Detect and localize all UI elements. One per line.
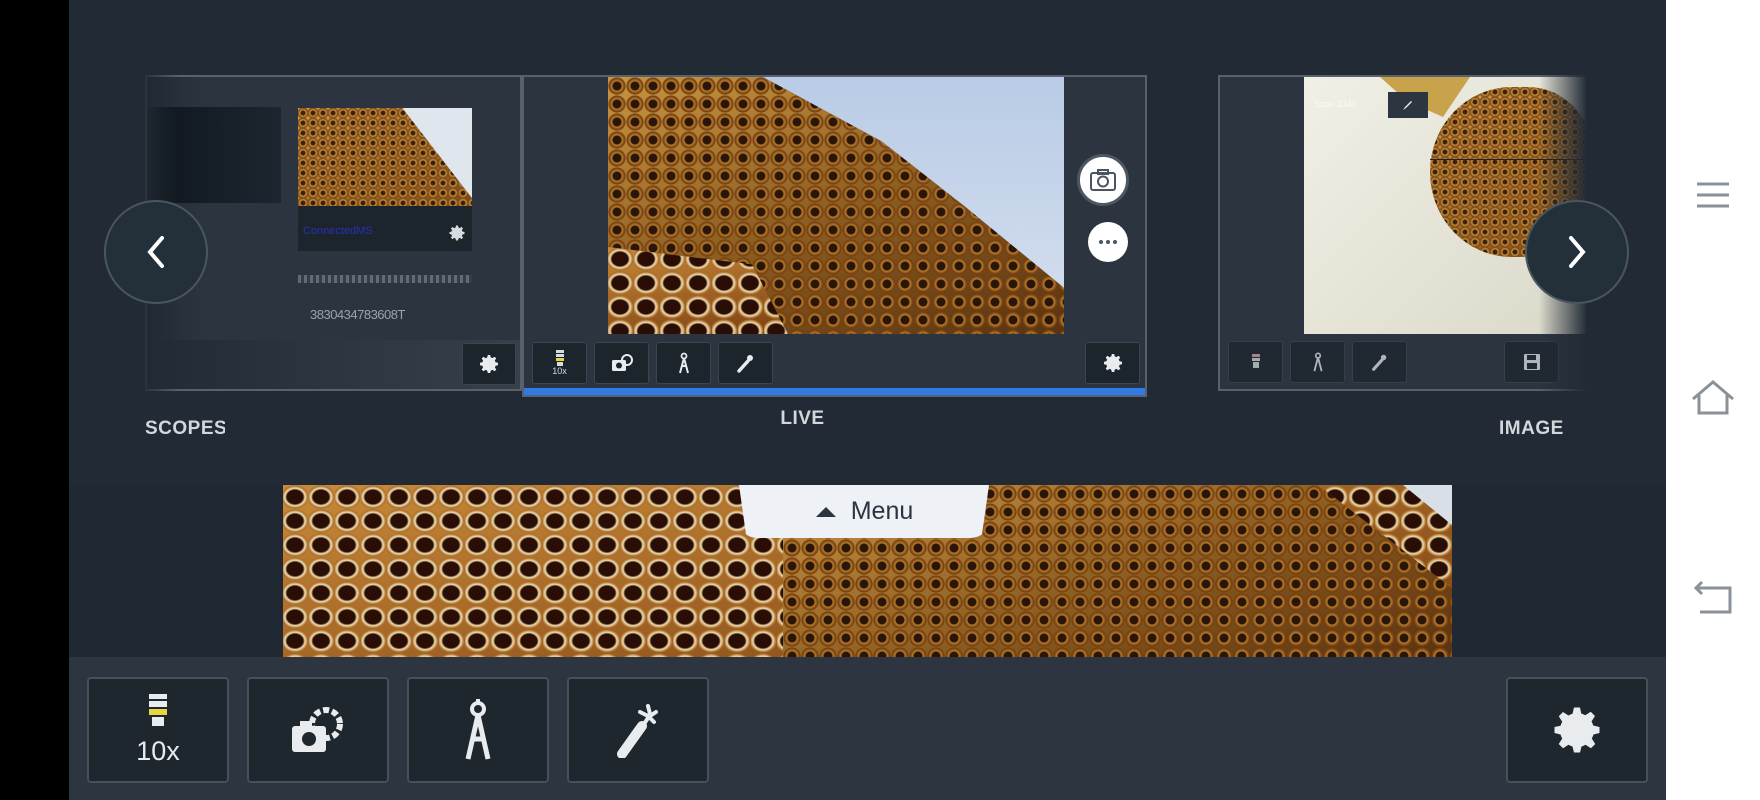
menu-nav-button[interactable] bbox=[1695, 180, 1731, 216]
live-measure-button[interactable] bbox=[656, 342, 711, 384]
chevron-right-icon bbox=[1569, 236, 1586, 268]
compass-icon bbox=[465, 699, 491, 760]
chevron-left-icon bbox=[147, 236, 164, 268]
objective-icon bbox=[1251, 354, 1260, 368]
pipette-icon bbox=[736, 355, 753, 373]
settings-button[interactable] bbox=[1506, 677, 1648, 783]
objective-label: 10x bbox=[136, 735, 180, 766]
back-nav-button[interactable] bbox=[1692, 578, 1734, 616]
image-objective-button[interactable] bbox=[1228, 341, 1283, 383]
camera-settings-button[interactable] bbox=[247, 677, 389, 783]
objective-button[interactable]: 10x bbox=[87, 677, 229, 783]
system-nav-bar bbox=[1666, 0, 1760, 800]
live-settings-button[interactable] bbox=[1085, 342, 1140, 384]
live-objective-button[interactable]: 10x bbox=[532, 342, 587, 384]
microscope-app: ConnectedMS 3830434783608T SCOPES 10x LI… bbox=[69, 0, 1666, 800]
more-icon bbox=[1099, 240, 1117, 244]
image-overlay-text: Scan 3340 bbox=[1314, 99, 1358, 109]
objective-icon bbox=[555, 350, 564, 366]
gear-icon[interactable] bbox=[447, 223, 467, 248]
scope-preview-card[interactable]: ConnectedMS bbox=[298, 108, 472, 251]
menu-tab[interactable]: Menu bbox=[739, 485, 989, 538]
home-icon bbox=[1692, 380, 1734, 415]
bottom-toolbar: 10x bbox=[69, 657, 1666, 800]
gear-icon bbox=[480, 355, 498, 373]
scope-link-text[interactable]: ConnectedMS bbox=[303, 225, 373, 237]
live-objective-label: 10x bbox=[552, 366, 567, 376]
pipette-button[interactable] bbox=[567, 677, 709, 783]
capture-button[interactable] bbox=[1077, 154, 1129, 206]
camera-icon bbox=[1090, 169, 1116, 191]
measure-button[interactable] bbox=[407, 677, 549, 783]
scope-serial: 3830434783608T bbox=[310, 307, 405, 322]
edit-badge[interactable] bbox=[1388, 92, 1428, 118]
image-pipette-button[interactable] bbox=[1352, 341, 1407, 383]
scope-settings-button[interactable] bbox=[462, 343, 516, 385]
compass-icon bbox=[678, 352, 689, 374]
image-measure-button[interactable] bbox=[1290, 341, 1345, 383]
more-button[interactable] bbox=[1088, 222, 1128, 262]
camera-settings-icon bbox=[292, 707, 343, 752]
carousel-panel: ConnectedMS 3830434783608T SCOPES 10x LI… bbox=[69, 0, 1666, 485]
pipette-icon bbox=[1371, 354, 1386, 371]
camera-settings-icon bbox=[611, 354, 633, 371]
carousel-prev-button[interactable] bbox=[104, 200, 208, 304]
carousel-next-button[interactable] bbox=[1525, 200, 1629, 304]
compass-icon bbox=[1312, 352, 1323, 372]
gear-icon bbox=[1554, 707, 1600, 753]
hamburger-icon bbox=[1697, 182, 1729, 208]
back-icon bbox=[1693, 580, 1732, 614]
live-camera-settings-button[interactable] bbox=[594, 342, 649, 384]
gear-icon bbox=[1103, 354, 1122, 372]
image-label: IMAGE bbox=[1499, 418, 1564, 439]
live-card[interactable]: 10x bbox=[522, 75, 1147, 397]
caret-up-icon bbox=[815, 506, 836, 517]
pencil-icon bbox=[1403, 101, 1412, 110]
live-active-indicator bbox=[524, 388, 1145, 395]
live-label: LIVE bbox=[780, 408, 825, 429]
live-pipette-button[interactable] bbox=[718, 342, 773, 384]
menu-label: Menu bbox=[850, 497, 914, 525]
objective-icon bbox=[149, 693, 167, 726]
home-nav-button[interactable] bbox=[1690, 378, 1736, 418]
pipette-icon bbox=[617, 704, 658, 758]
